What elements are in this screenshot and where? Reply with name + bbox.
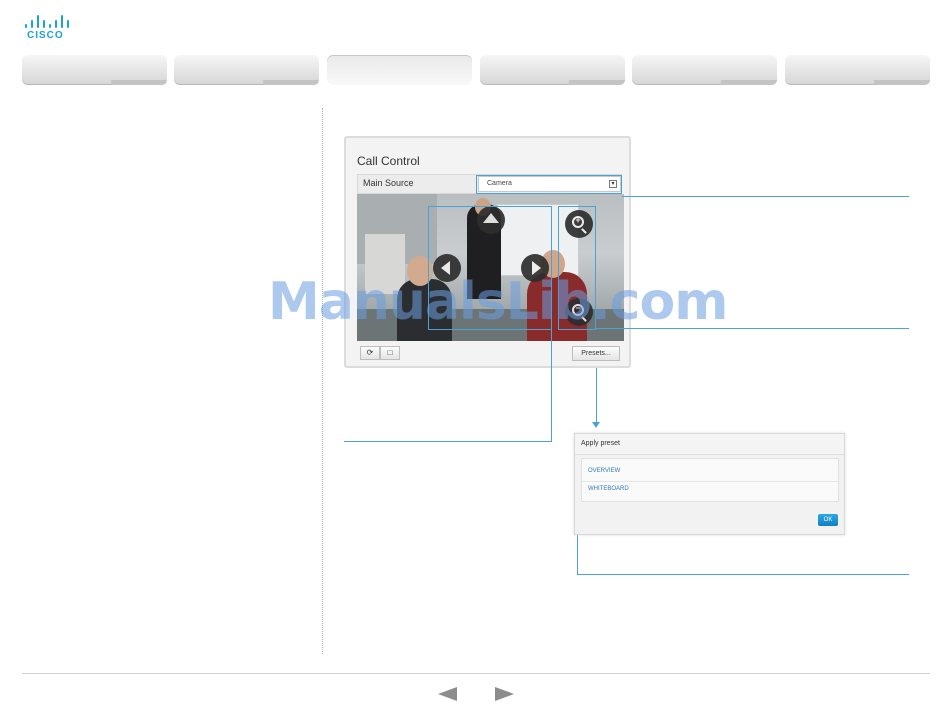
tab-5[interactable] [632,55,777,85]
dialog-title: Apply preset [581,440,620,447]
callout-line [577,574,909,575]
callout-line [622,196,909,197]
refresh-icon: ⟳ [366,348,374,357]
panel-title: Call Control [357,154,420,168]
ok-button[interactable]: OK [818,514,838,526]
main-source-label: Main Source [363,178,414,188]
apply-preset-dialog: Apply preset OVERVIEW WHITEBOARD OK [574,433,845,535]
camera-control-bar: ⟳ □ Presets... [357,342,624,364]
tab-2[interactable] [174,55,319,85]
tab-6[interactable] [785,55,930,85]
preset-item-whiteboard[interactable]: WHITEBOARD [582,479,838,499]
dialog-header: Apply preset [575,434,844,455]
callout-line [596,368,597,424]
footer-divider [22,673,930,674]
presets-button[interactable]: Presets... [572,346,620,361]
callout-line [344,441,552,442]
previous-page-icon[interactable] [438,687,457,701]
stop-button[interactable]: □ [380,346,400,360]
cisco-logo: CISCO [24,14,70,42]
callout-main-source [476,175,622,194]
watermark: ManualsLib.com [268,272,728,332]
square-icon: □ [387,348,393,357]
callout-arrow-icon [592,422,600,428]
tab-1[interactable] [22,55,167,85]
cisco-wordmark: CISCO [27,30,64,41]
cisco-bars-icon [24,14,70,28]
callout-line [551,330,552,442]
tab-4[interactable] [480,55,625,85]
tab-3-active[interactable] [327,55,472,85]
refresh-button[interactable]: ⟳ [360,346,380,360]
preset-list: OVERVIEW WHITEBOARD [581,458,839,502]
next-page-icon[interactable] [495,687,514,701]
column-separator [322,108,323,654]
